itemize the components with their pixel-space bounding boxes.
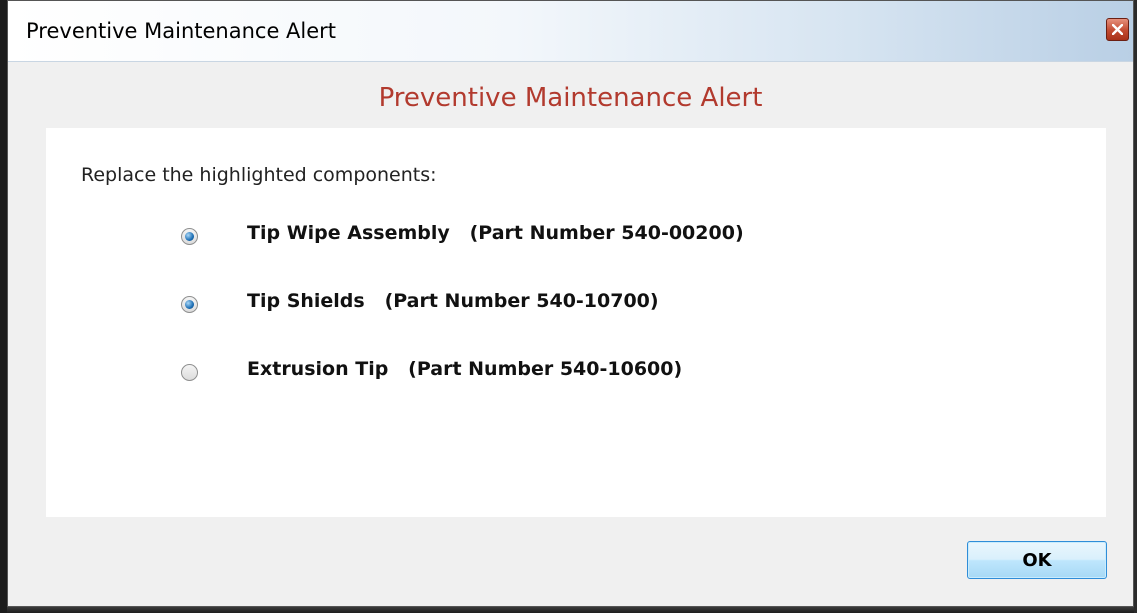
close-icon [1112,24,1123,35]
component-label: Tip Wipe Assembly (Part Number 540-00200… [247,222,744,244]
window-title: Preventive Maintenance Alert [26,19,337,43]
component-label: Tip Shields (Part Number 540-10700) [247,290,659,312]
background-left-edge [0,0,7,613]
alert-dialog-window: Preventive Maintenance Alert Preventive … [7,0,1134,607]
close-button[interactable] [1106,18,1129,41]
components-panel: Replace the highlighted components: Tip … [46,128,1106,517]
radio-tip-shields[interactable] [181,296,198,313]
title-bar[interactable]: Preventive Maintenance Alert [8,1,1133,62]
dialog-heading: Preventive Maintenance Alert [378,83,763,113]
window-shadow [7,607,1134,613]
radio-extrusion-tip[interactable] [181,364,198,381]
ok-button[interactable]: OK [967,541,1107,579]
radio-tip-wipe-assembly[interactable] [181,228,198,245]
component-label: Extrusion Tip (Part Number 540-10600) [247,358,683,380]
instruction-text: Replace the highlighted components: [81,164,437,186]
